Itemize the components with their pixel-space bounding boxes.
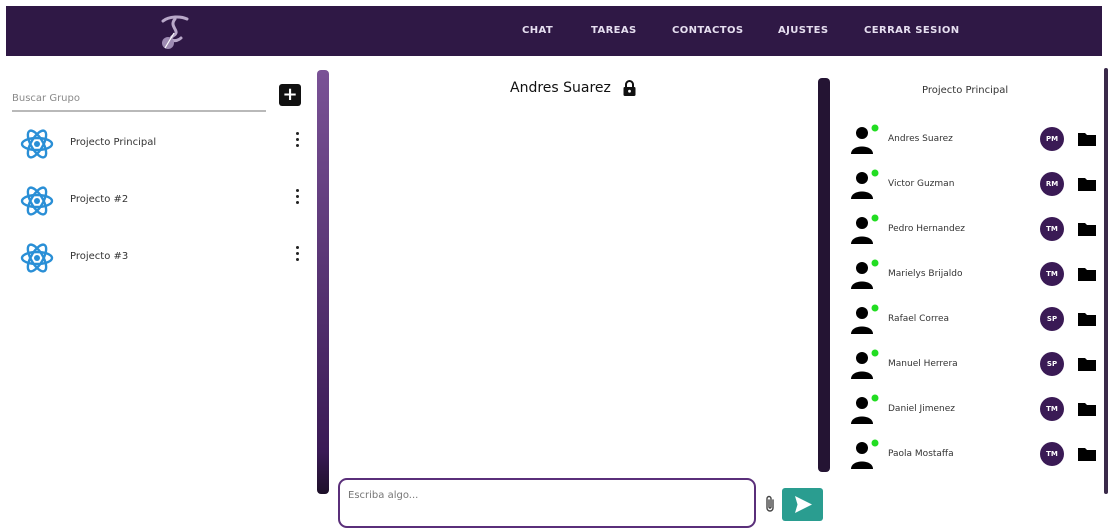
member-name: Andres Suarez [888,134,953,144]
user-avatar-icon [851,259,879,289]
role-badge[interactable]: TM [1040,442,1064,466]
role-badge[interactable]: RM [1040,172,1064,196]
group-label: Projecto #2 [70,194,129,205]
folder-icon[interactable] [1078,222,1096,236]
group-label: Projecto Principal [70,137,157,148]
send-button[interactable] [782,488,823,521]
member-name: Marielys Brijaldo [888,269,963,279]
folder-icon[interactable] [1078,267,1096,281]
folder-icon[interactable] [1078,177,1096,191]
nav-ajustes[interactable]: AJUSTES [778,25,828,36]
member-name: Rafael Correa [888,314,950,324]
member-name: Manuel Herrera [888,359,958,369]
role-badge[interactable]: TM [1040,262,1064,286]
app-logo[interactable] [154,12,194,52]
folder-icon[interactable] [1078,447,1096,461]
folder-icon[interactable] [1078,402,1096,416]
user-avatar-icon [851,214,879,244]
paperclip-icon[interactable] [764,494,776,514]
group-search [12,86,266,112]
message-box [338,478,756,528]
kebab-menu-icon[interactable] [294,189,300,209]
member-row: Rafael Correa SP [850,304,1100,340]
folder-icon[interactable] [1078,357,1096,371]
member-row: Daniel Jimenez TM [850,394,1100,430]
folder-icon[interactable] [1078,312,1096,326]
member-row: Pedro Hernandez TM [850,214,1100,250]
group-label: Projecto #3 [70,251,129,262]
folder-icon[interactable] [1078,132,1096,146]
group-item-projecto-2[interactable]: Projecto #2 [18,183,308,219]
react-atom-icon [20,186,54,216]
user-avatar-icon [851,304,879,334]
role-badge[interactable]: TM [1040,397,1064,421]
nav-cerrar-sesion[interactable]: CERRAR SESION [864,25,960,36]
send-icon [795,496,812,513]
member-name: Pedro Hernandez [888,224,965,234]
member-name: Paola Mostaffa [888,449,954,459]
user-avatar-icon [851,394,879,424]
kebab-menu-icon[interactable] [294,132,300,152]
role-badge[interactable]: SP [1040,352,1064,376]
member-row: Andres Suarez PM [850,124,1100,160]
top-nav-bar: CHAT TAREAS CONTACTOS AJUSTES CERRAR SES… [6,6,1102,56]
nav-contactos[interactable]: CONTACTOS [672,25,743,36]
nav-tareas[interactable]: TAREAS [591,25,637,36]
members-panel-title: Projecto Principal [922,85,1009,96]
role-badge[interactable]: PM [1040,127,1064,151]
member-row: Paola Mostaffa TM [850,439,1100,475]
user-avatar-icon [851,124,879,154]
group-search-input[interactable] [12,87,266,110]
message-input[interactable] [348,490,748,501]
members-scrollbar[interactable] [1104,68,1108,494]
role-badge[interactable]: SP [1040,307,1064,331]
lock-icon [623,80,636,96]
role-badge[interactable]: TM [1040,217,1064,241]
member-name: Victor Guzman [888,179,955,189]
chat-title: Andres Suarez [510,80,611,96]
member-name: Daniel Jimenez [888,404,955,414]
user-avatar-icon [851,349,879,379]
kebab-menu-icon[interactable] [294,246,300,266]
user-avatar-icon [851,169,879,199]
group-item-projecto-principal[interactable]: Projecto Principal [18,126,308,162]
member-row: Manuel Herrera SP [850,349,1100,385]
react-atom-icon [20,129,54,159]
sidebar-scrollbar[interactable] [317,70,329,494]
member-row: Marielys Brijaldo TM [850,259,1100,295]
user-avatar-icon [851,439,879,469]
group-item-projecto-3[interactable]: Projecto #3 [18,240,308,276]
nav-chat[interactable]: CHAT [522,25,553,36]
chat-scrollbar[interactable] [818,78,830,472]
add-group-button[interactable]: + [279,84,301,106]
member-row: Victor Guzman RM [850,169,1100,205]
react-atom-icon [20,243,54,273]
